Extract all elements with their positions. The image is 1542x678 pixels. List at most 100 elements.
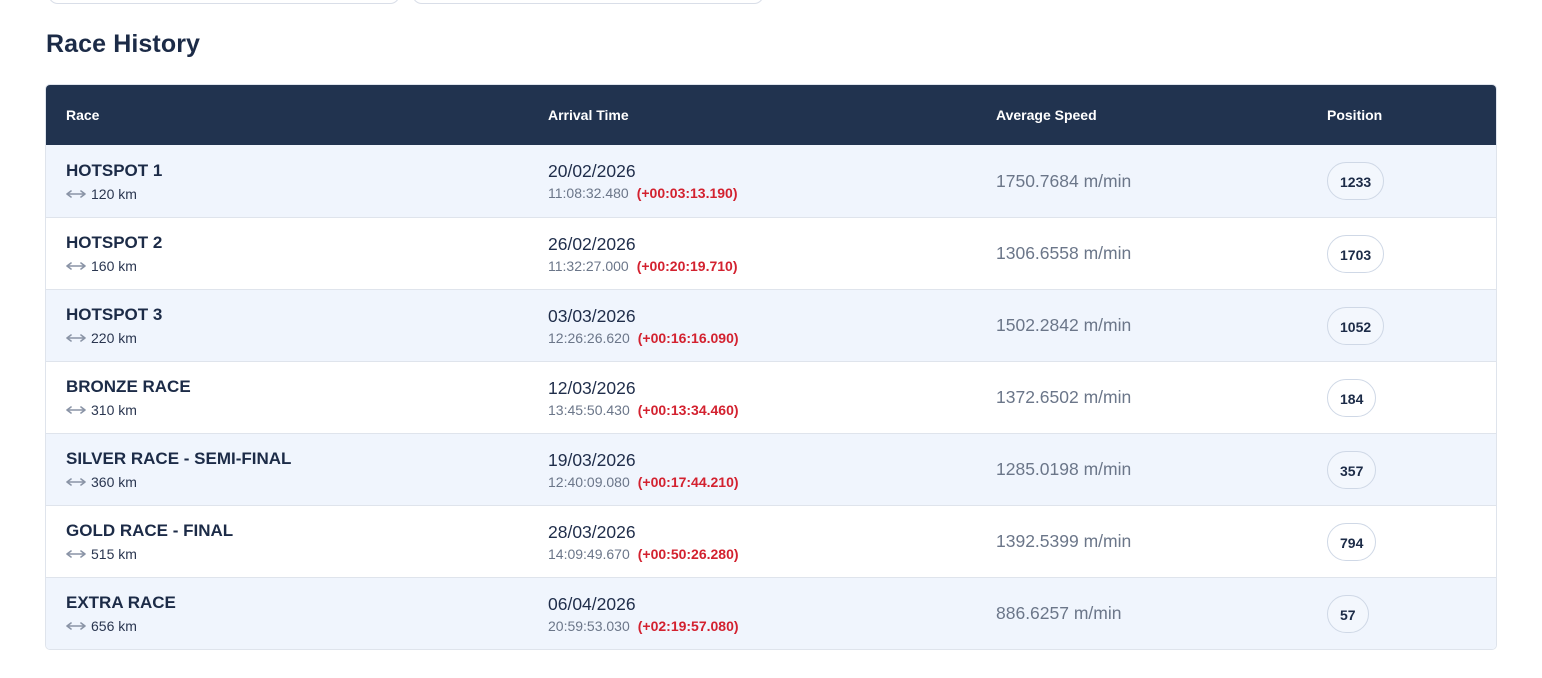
race-distance: 515 km bbox=[66, 546, 528, 562]
average-speed: 1306.6558 m/min bbox=[996, 243, 1132, 263]
average-speed: 1372.6502 m/min bbox=[996, 387, 1132, 407]
race-name: HOTSPOT 1 bbox=[66, 160, 163, 180]
table-row[interactable]: HOTSPOT 3 220 km 03/03/2026 12:26:26.620… bbox=[46, 289, 1496, 361]
distance-value: 515 km bbox=[91, 546, 137, 562]
table-row[interactable]: EXTRA RACE 656 km 06/04/2026 20:59:53.03… bbox=[46, 577, 1496, 649]
race-cell: HOTSPOT 3 220 km bbox=[46, 305, 528, 346]
position-cell: 1703 bbox=[1307, 234, 1496, 273]
arrival-time: 12:40:09.080 bbox=[548, 473, 630, 490]
arrow-left-right-icon bbox=[66, 622, 86, 630]
arrival-delta: (+00:03:13.190) bbox=[636, 185, 738, 201]
arrival-cell: 19/03/2026 12:40:09.080 (+00:17:44.210) bbox=[528, 450, 977, 490]
position-cell: 794 bbox=[1307, 522, 1496, 561]
race-distance: 310 km bbox=[66, 402, 528, 418]
average-speed: 1285.0198 m/min bbox=[996, 459, 1132, 479]
position-cell: 1052 bbox=[1307, 306, 1496, 345]
race-cell: GOLD RACE - FINAL 515 km bbox=[46, 521, 528, 562]
speed-cell: 1750.7684 m/min bbox=[977, 171, 1307, 192]
table-row[interactable]: BRONZE RACE 310 km 12/03/2026 13:45:50.4… bbox=[46, 361, 1496, 433]
arrival-cell: 12/03/2026 13:45:50.430 (+00:13:34.460) bbox=[528, 378, 977, 418]
speed-cell: 1372.6502 m/min bbox=[977, 387, 1307, 408]
position-badge: 1233 bbox=[1327, 162, 1385, 200]
position-badge: 1052 bbox=[1327, 306, 1385, 345]
arrow-left-right-icon bbox=[66, 550, 86, 558]
arrival-time: 11:32:27.000 bbox=[548, 257, 629, 274]
arrival-delta: (+00:17:44.210) bbox=[637, 473, 739, 490]
arrival-date: 19/03/2026 bbox=[548, 449, 636, 470]
arrow-left-right-icon bbox=[66, 334, 86, 342]
arrival-date: 06/04/2026 bbox=[548, 593, 636, 614]
arrival-delta: (+00:50:26.280) bbox=[637, 545, 739, 562]
arrival-date: 20/02/2026 bbox=[548, 161, 636, 181]
arrival-date: 28/03/2026 bbox=[548, 521, 636, 542]
race-name: HOTSPOT 3 bbox=[66, 305, 163, 324]
header-arrival-time[interactable]: Arrival Time bbox=[528, 107, 977, 123]
arrival-time-line: 20:59:53.030 (+02:19:57.080) bbox=[548, 618, 977, 634]
race-distance: 220 km bbox=[66, 330, 528, 346]
race-name: HOTSPOT 2 bbox=[66, 233, 163, 252]
race-cell: BRONZE RACE 310 km bbox=[46, 377, 528, 418]
position-cell: 357 bbox=[1307, 450, 1496, 489]
average-speed: 1750.7684 m/min bbox=[996, 170, 1132, 191]
speed-cell: 886.6257 m/min bbox=[977, 603, 1307, 624]
arrival-cell: 03/03/2026 12:26:26.620 (+00:16:16.090) bbox=[528, 306, 977, 346]
position-badge: 794 bbox=[1327, 522, 1377, 561]
race-name: EXTRA RACE bbox=[66, 593, 176, 612]
arrival-time: 20:59:53.030 bbox=[548, 617, 630, 634]
arrival-cell: 20/02/2026 11:08:32.480 (+00:03:13.190) bbox=[528, 161, 977, 201]
position-cell: 184 bbox=[1307, 378, 1496, 417]
distance-value: 120 km bbox=[91, 185, 137, 202]
position-cell: 1233 bbox=[1307, 162, 1496, 200]
arrival-time-line: 11:32:27.000 (+00:20:19.710) bbox=[548, 258, 977, 274]
arrival-cell: 06/04/2026 20:59:53.030 (+02:19:57.080) bbox=[528, 594, 977, 634]
arrival-time: 14:09:49.670 bbox=[548, 545, 630, 562]
position-badge: 57 bbox=[1327, 594, 1369, 633]
arrival-time-line: 11:08:32.480 (+00:03:13.190) bbox=[548, 185, 977, 201]
position-cell: 57 bbox=[1307, 594, 1496, 633]
race-distance: 120 km bbox=[66, 186, 528, 202]
arrival-cell: 26/02/2026 11:32:27.000 (+00:20:19.710) bbox=[528, 234, 977, 274]
distance-value: 220 km bbox=[91, 330, 137, 346]
arrival-time-line: 14:09:49.670 (+00:50:26.280) bbox=[548, 546, 977, 562]
arrow-left-right-icon bbox=[66, 406, 86, 414]
arrival-time: 12:26:26.620 bbox=[548, 329, 630, 346]
arrival-cell: 28/03/2026 14:09:49.670 (+00:50:26.280) bbox=[528, 522, 977, 562]
table-row[interactable]: HOTSPOT 2 160 km 26/02/2026 11:32:27.000… bbox=[46, 217, 1496, 289]
race-cell: HOTSPOT 1 120 km bbox=[46, 161, 528, 202]
distance-value: 160 km bbox=[91, 258, 137, 274]
arrival-time-line: 12:26:26.620 (+00:16:16.090) bbox=[548, 330, 977, 346]
table-row[interactable]: GOLD RACE - FINAL 515 km 28/03/2026 14:0… bbox=[46, 505, 1496, 577]
speed-cell: 1392.5399 m/min bbox=[977, 531, 1307, 552]
arrow-left-right-icon bbox=[66, 189, 86, 198]
section-title: Race History bbox=[46, 30, 201, 58]
filter-field-right[interactable] bbox=[412, 0, 764, 4]
arrival-time: 11:08:32.480 bbox=[548, 185, 629, 201]
header-race[interactable]: Race bbox=[46, 107, 528, 123]
speed-cell: 1502.2842 m/min bbox=[977, 315, 1307, 336]
race-name: GOLD RACE - FINAL bbox=[66, 521, 234, 540]
arrival-delta: (+00:16:16.090) bbox=[637, 329, 739, 346]
arrival-date: 26/02/2026 bbox=[548, 233, 636, 254]
arrival-time-line: 12:40:09.080 (+00:17:44.210) bbox=[548, 474, 977, 490]
table-row[interactable]: SILVER RACE - SEMI-FINAL 360 km 19/03/20… bbox=[46, 433, 1496, 505]
arrival-time-line: 13:45:50.430 (+00:13:34.460) bbox=[548, 402, 977, 418]
arrival-date: 12/03/2026 bbox=[548, 377, 636, 398]
arrival-delta: (+00:13:34.460) bbox=[637, 401, 739, 418]
position-badge: 357 bbox=[1327, 450, 1377, 489]
filter-field-left[interactable] bbox=[48, 0, 400, 4]
arrival-time: 13:45:50.430 bbox=[548, 401, 630, 418]
speed-cell: 1306.6558 m/min bbox=[977, 243, 1307, 264]
position-badge: 1703 bbox=[1327, 234, 1385, 273]
race-cell: SILVER RACE - SEMI-FINAL 360 km bbox=[46, 449, 528, 490]
race-distance: 360 km bbox=[66, 474, 528, 490]
table-row[interactable]: HOTSPOT 1 120 km 20/02/2026 11:08:32.480… bbox=[46, 145, 1496, 217]
table-body: HOTSPOT 1 120 km 20/02/2026 11:08:32.480… bbox=[46, 145, 1496, 649]
header-average-speed[interactable]: Average Speed bbox=[977, 107, 1307, 123]
race-cell: HOTSPOT 2 160 km bbox=[46, 233, 528, 274]
table-header: Race Arrival Time Average Speed Position bbox=[46, 85, 1496, 145]
header-position[interactable]: Position bbox=[1307, 107, 1496, 123]
race-distance: 656 km bbox=[66, 618, 528, 634]
race-name: SILVER RACE - SEMI-FINAL bbox=[66, 449, 292, 468]
distance-value: 656 km bbox=[91, 618, 137, 634]
race-distance: 160 km bbox=[66, 258, 528, 274]
